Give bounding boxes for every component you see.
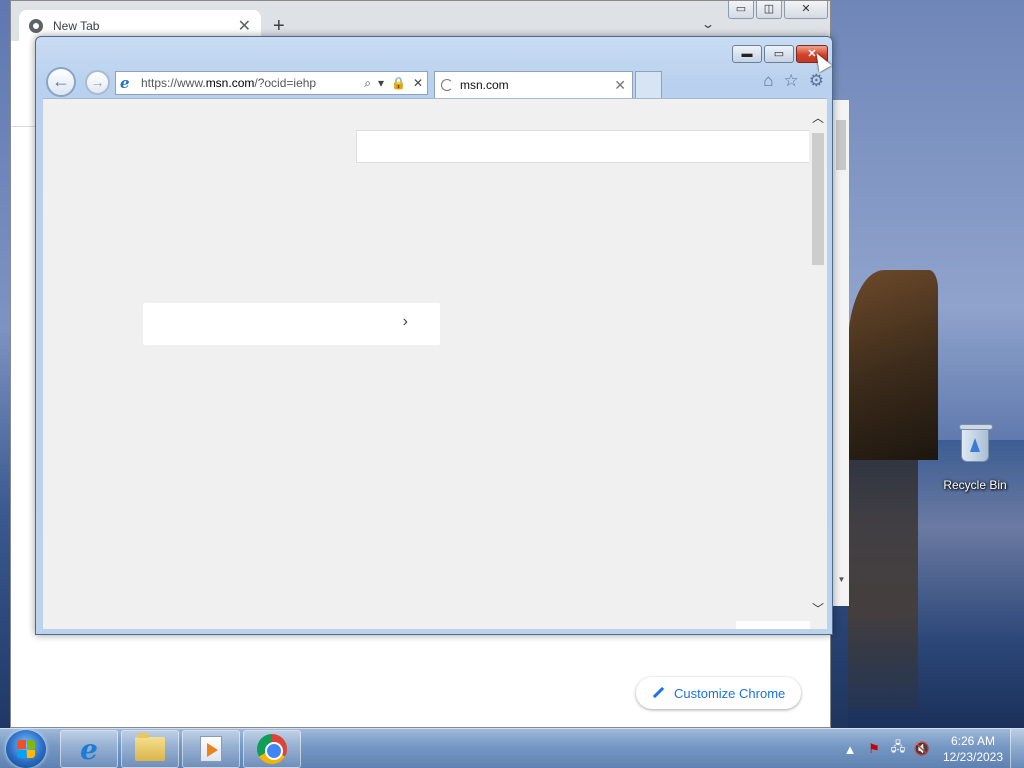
customize-chrome-button[interactable]: Customize Chrome — [636, 677, 801, 709]
address-url[interactable]: https://www.msn.com/?ocid=iehp — [141, 76, 364, 90]
chrome-maximize-button[interactable]: ◫ — [756, 1, 782, 19]
tools-gear-icon[interactable]: ⚙ — [809, 71, 824, 91]
ie-scrollbar[interactable]: ︿ ﹀ — [809, 99, 827, 629]
close-tab-icon[interactable]: ✕ — [238, 16, 251, 36]
ie-maximize-button[interactable]: ▭ — [764, 45, 794, 63]
chrome-minimize-button[interactable]: ▭ — [728, 1, 754, 19]
search-icon[interactable]: ⌕ — [364, 76, 371, 91]
ie-tab-msn[interactable]: msn.com ✕ — [434, 71, 633, 98]
new-tab-button[interactable]: + — [273, 15, 285, 38]
chrome-window-controls: ▭ ◫ ✕ — [728, 1, 828, 19]
chrome-tabstrip: New Tab ✕ + ⌄ ▭ ◫ ✕ — [11, 1, 830, 41]
taskbar: e ▲ ⚑ 🖧 🔇 6:26 AM 12/23/2023 — [0, 728, 1024, 768]
chrome-tab-favicon-icon — [29, 18, 43, 33]
address-bar[interactable]: e https://www.msn.com/?ocid=iehp ⌕ ▾ 🔒 ✕ — [115, 71, 428, 95]
chevron-right-icon: › — [402, 313, 408, 330]
stop-icon[interactable]: ✕ — [413, 76, 423, 91]
ie-minimize-button[interactable]: ▬ — [732, 45, 762, 63]
system-clock[interactable]: 6:26 AM 12/23/2023 — [940, 733, 1006, 765]
ie-tab-title: msn.com — [460, 78, 509, 92]
media-player-icon — [200, 736, 222, 762]
back-button[interactable]: ← — [46, 67, 76, 97]
home-icon[interactable]: ⌂ — [763, 71, 773, 91]
msn-link-card[interactable]: › — [143, 303, 440, 345]
ie-scroll-thumb[interactable] — [812, 133, 824, 265]
taskbar-internet-explorer[interactable]: e — [60, 730, 118, 768]
ie-command-icons: ⌂ ☆ ⚙ — [763, 71, 824, 91]
customize-chrome-label: Customize Chrome — [674, 685, 786, 701]
ie-new-tab-button[interactable] — [635, 71, 662, 98]
recycle-bin-icon — [959, 424, 993, 464]
volume-muted-icon[interactable]: 🔇 — [914, 741, 930, 757]
clock-time: 6:26 AM — [950, 734, 996, 748]
chrome-scroll-down-icon[interactable]: ▼ — [833, 575, 850, 584]
ie-page-icon: e — [120, 74, 130, 92]
chrome-logo-icon — [257, 734, 287, 764]
chrome-scrollbar[interactable]: ▼ — [832, 100, 849, 606]
ie-status-fragment — [736, 621, 810, 629]
start-button[interactable] — [6, 730, 46, 768]
pencil-icon — [652, 687, 664, 699]
favorites-star-icon[interactable]: ☆ — [784, 71, 799, 91]
recycle-bin-desktop-icon[interactable]: Recycle Bin — [940, 424, 1010, 492]
lock-icon[interactable]: 🔒 — [391, 76, 406, 91]
address-dropdown-icon[interactable]: ▾ — [378, 76, 384, 91]
chrome-scroll-thumb[interactable] — [836, 120, 846, 170]
ie-page-content: › ︿ ﹀ — [43, 98, 827, 629]
close-tab-icon[interactable]: ✕ — [614, 77, 626, 94]
internet-explorer-icon: e — [80, 732, 98, 766]
loading-spinner-icon — [441, 79, 453, 91]
desktop-wallpaper-reflection — [848, 460, 918, 710]
msn-search-box[interactable] — [356, 130, 814, 163]
chrome-close-button[interactable]: ✕ — [784, 1, 828, 19]
system-tray: ▲ ⚑ 🖧 🔇 — [842, 729, 931, 768]
show-hidden-icons-icon[interactable]: ▲ — [842, 741, 858, 757]
folder-icon — [135, 733, 165, 761]
windows-logo-icon — [17, 740, 35, 758]
tab-search-chevron-icon[interactable]: ⌄ — [701, 17, 715, 31]
ie-window: ▬ ▭ ✕ ← → e https://www.msn.com/?ocid=ie… — [35, 36, 833, 635]
forward-button[interactable]: → — [85, 70, 110, 95]
taskbar-google-chrome[interactable] — [243, 730, 301, 768]
scroll-down-icon[interactable]: ﹀ — [809, 600, 827, 617]
scroll-up-icon[interactable]: ︿ — [809, 109, 827, 126]
chrome-tab-title: New Tab — [53, 18, 100, 33]
taskbar-windows-explorer[interactable] — [121, 730, 179, 768]
recycle-bin-label: Recycle Bin — [943, 478, 1007, 492]
taskbar-media-player[interactable] — [182, 730, 240, 768]
show-desktop-button[interactable] — [1010, 729, 1024, 768]
action-center-flag-icon[interactable]: ⚑ — [866, 741, 882, 757]
desktop-wallpaper-rock — [848, 270, 938, 460]
clock-date: 12/23/2023 — [942, 750, 1004, 764]
network-icon[interactable]: 🖧 — [890, 739, 906, 757]
